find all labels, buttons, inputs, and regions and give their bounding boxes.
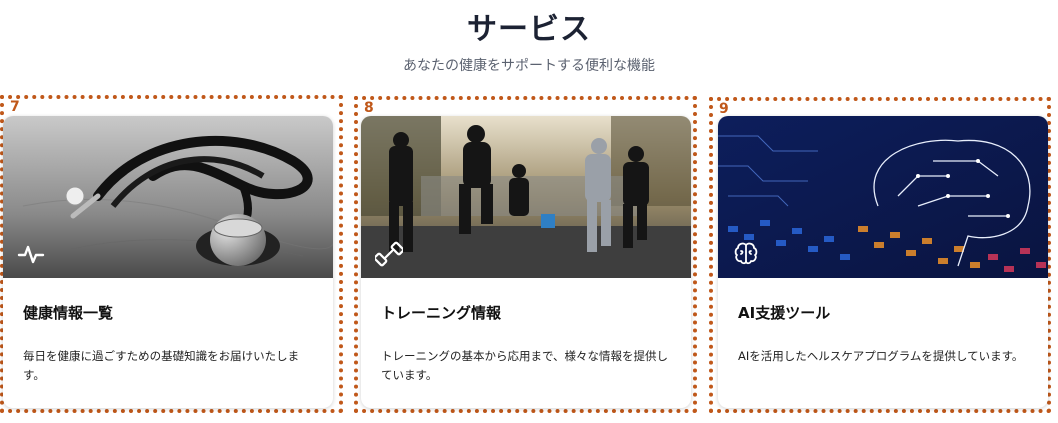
dumbbell-icon xyxy=(373,240,405,268)
marker-number: 7 xyxy=(10,99,20,115)
card-health-info[interactable]: 健康情報一覧 毎日を健康に過ごすための基礎知識をお届けいたします。 xyxy=(3,116,333,408)
activity-pulse-icon xyxy=(17,240,45,268)
section-title: サービス xyxy=(467,12,591,47)
section-subtitle: あなたの健康をサポートする便利な機能 xyxy=(403,58,655,74)
running-group-photo xyxy=(361,116,691,278)
card-ai-tools[interactable]: AI支援ツール AIを活用したヘルスケアプログラムを提供しています。 xyxy=(718,116,1048,408)
ai-brain-circuit-image xyxy=(718,116,1048,278)
card-title: 健康情報一覧 xyxy=(23,304,114,322)
card-description: AIを活用したヘルスケアプログラムを提供しています。 xyxy=(738,349,1024,363)
brain-icon xyxy=(732,240,760,268)
stethoscope-photo xyxy=(3,116,333,278)
card-title: トレーニング情報 xyxy=(381,304,502,322)
card-title: AI支援ツール xyxy=(738,304,831,322)
card-description: トレーニングの基本から応用まで、様々な情報を提供しています。 xyxy=(381,349,669,382)
marker-number: 9 xyxy=(719,101,729,117)
marker-number: 8 xyxy=(364,100,374,116)
card-description: 毎日を健康に過ごすための基礎知識をお届けいたします。 xyxy=(23,349,300,382)
card-training-info[interactable]: トレーニング情報 トレーニングの基本から応用まで、様々な情報を提供しています。 xyxy=(361,116,691,408)
